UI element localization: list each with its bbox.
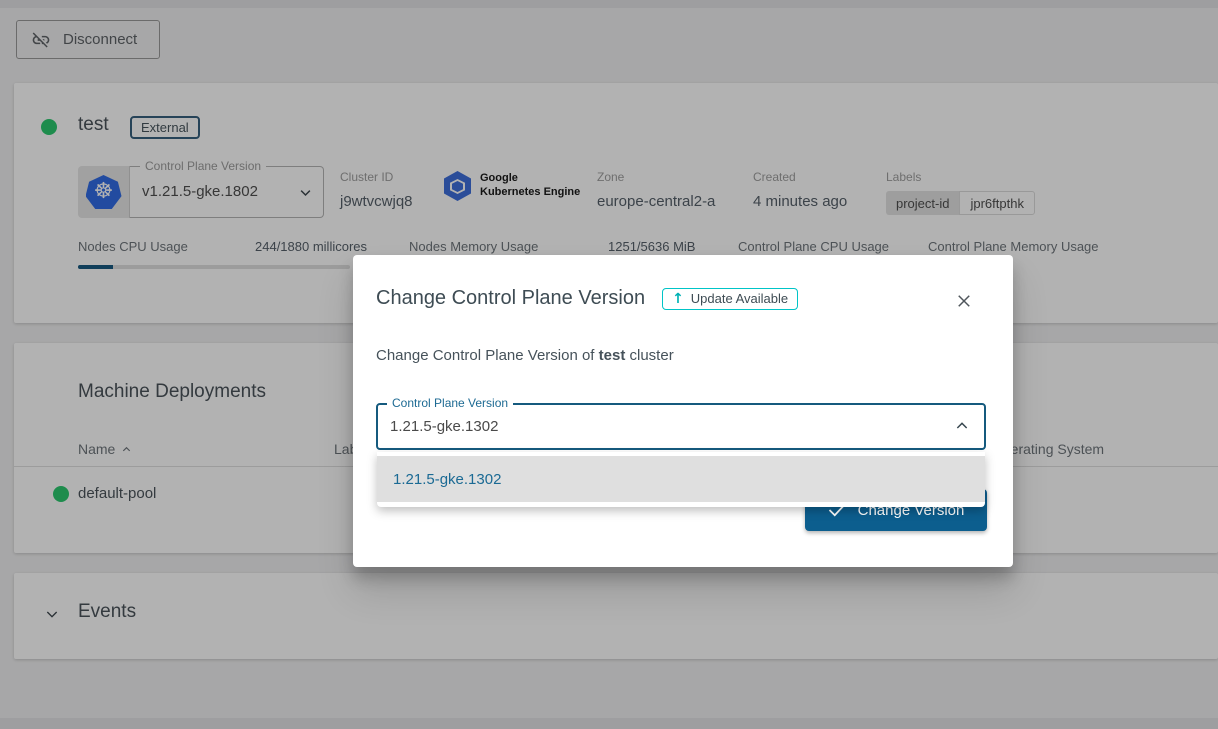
subtitle-cluster-name: test bbox=[599, 347, 626, 364]
field-label: Control Plane Version bbox=[387, 396, 513, 410]
field-value: 1.21.5-gke.1302 bbox=[390, 418, 498, 435]
version-options-panel: 1.21.5-gke.1302 bbox=[377, 452, 985, 507]
version-option[interactable]: 1.21.5-gke.1302 bbox=[377, 456, 985, 502]
arrow-up-icon: ↑ bbox=[672, 291, 684, 307]
close-icon[interactable] bbox=[955, 292, 973, 310]
dialog-title: Change Control Plane Version bbox=[376, 287, 645, 310]
cluster-details-page: Disconnect test External ☸ Control Plane… bbox=[0, 0, 1218, 729]
update-available-label: Update Available bbox=[691, 291, 788, 306]
change-version-dialog: Change Control Plane Version ↑ Update Av… bbox=[353, 255, 1013, 567]
control-plane-version-field[interactable]: Control Plane Version 1.21.5-gke.1302 bbox=[376, 403, 986, 450]
chevron-up-icon bbox=[954, 418, 970, 439]
update-available-badge: ↑ Update Available bbox=[662, 288, 798, 310]
dialog-subtitle: Change Control Plane Version of test clu… bbox=[376, 347, 674, 364]
